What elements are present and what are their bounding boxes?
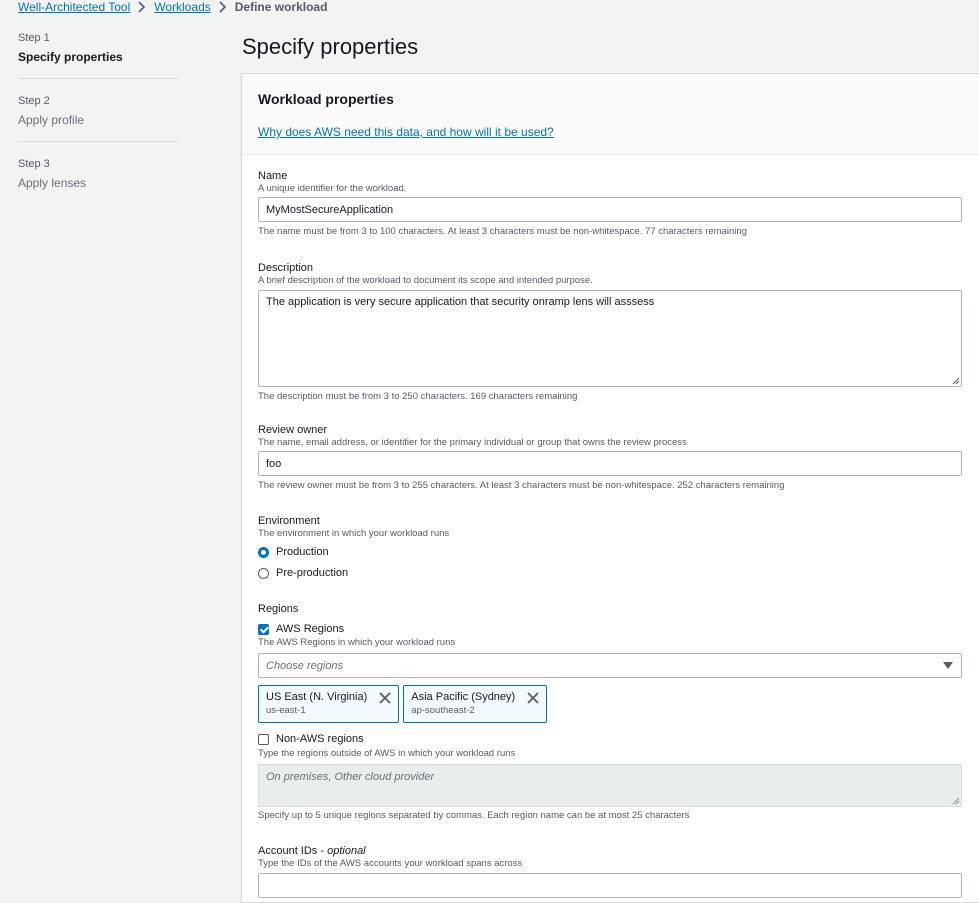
wizard-step-1: Step 1 Specify properties bbox=[18, 31, 178, 65]
aws-regions-checkbox-label: AWS Regions bbox=[276, 623, 345, 635]
non-aws-regions-checkbox[interactable] bbox=[258, 733, 269, 745]
resize-grip-icon bbox=[952, 797, 960, 805]
wizard-step-2[interactable]: Step 2 Apply profile bbox=[18, 94, 178, 128]
radio-label: Pre-production bbox=[276, 567, 349, 579]
workload-properties-panel: Workload properties Why does AWS need th… bbox=[241, 73, 979, 903]
token-name: Asia Pacific (Sydney) bbox=[411, 691, 516, 703]
non-aws-regions-textarea: On premises, Other cloud provider bbox=[258, 764, 962, 807]
token-code: us-east-1 bbox=[266, 705, 306, 716]
regions-field: Regions AWS Regions The AWS Regions in w… bbox=[258, 602, 963, 822]
non-aws-regions-description: Type the regions outside of AWS in which… bbox=[258, 748, 516, 759]
wizard-step-3[interactable]: Step 3 Apply lenses bbox=[18, 157, 178, 191]
step-number: Step 2 bbox=[18, 95, 50, 107]
non-aws-regions-checkbox-label: Non-AWS regions bbox=[276, 733, 364, 745]
wizard-steps: Step 1 Specify properties Step 2 Apply p… bbox=[18, 31, 178, 191]
radio-production[interactable]: Production bbox=[258, 544, 963, 560]
review-owner-description: The name, email address, or identifier f… bbox=[258, 437, 687, 448]
step-name: Specify properties bbox=[18, 50, 123, 64]
non-aws-regions-hint: Specify up to 5 unique regions separated… bbox=[258, 810, 690, 821]
radio-pre-production[interactable]: Pre-production bbox=[258, 565, 963, 581]
aws-regions-checkbox[interactable] bbox=[258, 623, 269, 635]
choose-regions-placeholder: Choose regions bbox=[266, 659, 344, 672]
panel-title: Workload properties bbox=[258, 91, 394, 107]
region-tokens: US East (N. Virginia) us-east-1 Asia Pac… bbox=[258, 685, 963, 723]
review-owner-hint: The review owner must be from 3 to 255 c… bbox=[258, 480, 785, 491]
token-code: ap-southeast-2 bbox=[411, 705, 475, 716]
breadcrumb-link-workloads[interactable]: Workloads bbox=[154, 0, 210, 14]
account-ids-field: Account IDs - optional Type the IDs of t… bbox=[258, 844, 963, 898]
account-ids-description: Type the IDs of the AWS accounts your wo… bbox=[258, 858, 523, 869]
account-ids-input[interactable] bbox=[258, 873, 962, 898]
step-name: Apply lenses bbox=[18, 176, 87, 190]
environment-field: Environment The environment in which you… bbox=[258, 514, 963, 581]
step-number: Step 1 bbox=[18, 32, 50, 44]
chevron-right-icon bbox=[138, 0, 146, 14]
environment-description: The environment in which your workload r… bbox=[258, 528, 450, 539]
step-number: Step 3 bbox=[18, 158, 50, 170]
radio-button[interactable] bbox=[258, 567, 269, 579]
name-description: A unique identifier for the workload. bbox=[258, 183, 407, 194]
resize-grip-icon[interactable] bbox=[951, 376, 960, 385]
non-aws-regions-checkbox-row[interactable]: Non-AWS regions bbox=[258, 731, 963, 747]
chevron-right-icon bbox=[219, 0, 227, 14]
radio-button-selected[interactable] bbox=[258, 546, 269, 558]
review-owner-field: Review owner The name, email address, or… bbox=[258, 423, 963, 492]
description-hint: The description must be from 3 to 250 ch… bbox=[258, 391, 578, 402]
name-hint: The name must be from 3 to 100 character… bbox=[258, 226, 747, 237]
page-title: Specify properties bbox=[242, 34, 419, 59]
optional-label: optional bbox=[327, 845, 366, 857]
choose-regions-select[interactable]: Choose regions bbox=[258, 653, 962, 678]
description-description: A brief description of the workload to d… bbox=[258, 275, 593, 286]
regions-label: Regions bbox=[258, 603, 299, 615]
account-ids-label: Account IDs - optional bbox=[258, 845, 366, 857]
panel-header: Workload properties Why does AWS need th… bbox=[242, 74, 979, 155]
name-input[interactable]: MyMostSecureApplication bbox=[258, 197, 962, 222]
token-name: US East (N. Virginia) bbox=[266, 691, 368, 703]
description-value: The application is very secure applicati… bbox=[266, 296, 655, 308]
step-divider bbox=[18, 141, 178, 142]
review-owner-input[interactable]: foo bbox=[258, 451, 962, 476]
caret-down-icon bbox=[943, 662, 953, 669]
info-link[interactable]: Why does AWS need this data, and how wil… bbox=[258, 125, 554, 139]
review-owner-label: Review owner bbox=[258, 424, 328, 436]
step-divider bbox=[18, 78, 178, 79]
step-name: Apply profile bbox=[18, 113, 85, 127]
region-token-ap-southeast-2: Asia Pacific (Sydney) ap-southeast-2 bbox=[403, 685, 548, 723]
radio-label: Production bbox=[276, 546, 329, 558]
region-token-us-east-1: US East (N. Virginia) us-east-1 bbox=[258, 685, 400, 723]
description-label: Description bbox=[258, 262, 314, 274]
close-icon[interactable] bbox=[379, 692, 391, 704]
non-aws-regions-placeholder: On premises, Other cloud provider bbox=[266, 771, 435, 783]
aws-regions-description: The AWS Regions in which your workload r… bbox=[258, 637, 456, 648]
breadcrumb-link-well-architected-tool[interactable]: Well-Architected Tool bbox=[18, 0, 130, 14]
aws-regions-checkbox-row[interactable]: AWS Regions bbox=[258, 621, 963, 637]
name-field: Name A unique identifier for the workloa… bbox=[258, 169, 963, 238]
environment-label: Environment bbox=[258, 515, 320, 527]
description-field: Description A brief description of the w… bbox=[258, 261, 963, 403]
breadcrumb: Well-Architected Tool Workloads Define w… bbox=[18, 0, 327, 14]
close-icon[interactable] bbox=[527, 692, 539, 704]
breadcrumb-current: Define workload bbox=[234, 0, 328, 14]
description-textarea[interactable]: The application is very secure applicati… bbox=[258, 290, 962, 387]
name-label: Name bbox=[258, 170, 288, 182]
